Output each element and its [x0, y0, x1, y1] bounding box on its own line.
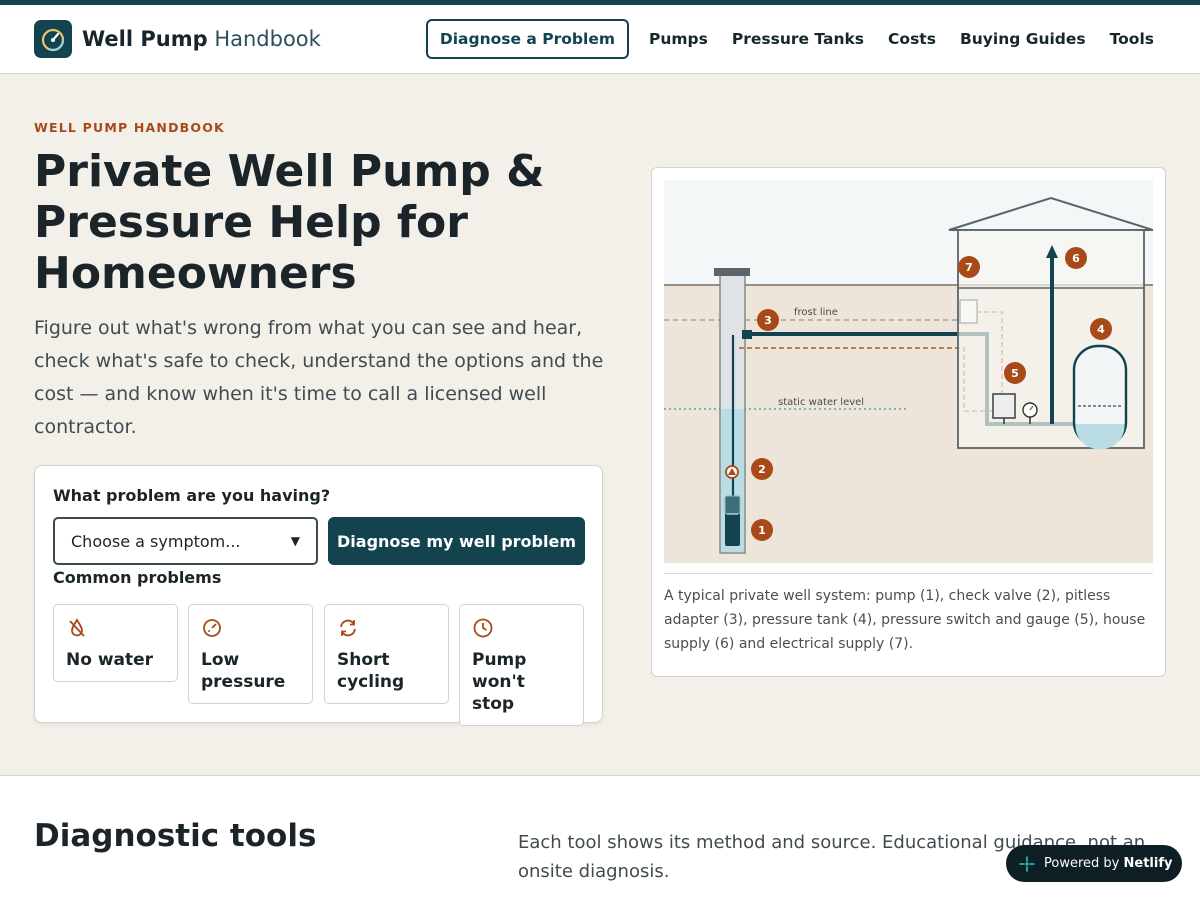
problem-tile-short-cycling[interactable]: Short cycling — [324, 604, 449, 704]
problem-tile-label: Short cycling — [337, 650, 405, 692]
clock-icon — [473, 618, 493, 638]
figure-caption: A typical private well system: pump (1),… — [664, 588, 1146, 652]
static-water-level-label: static water level — [778, 397, 864, 408]
diagnose-problem-button[interactable]: Diagnose a Problem — [425, 19, 629, 59]
problem-question: What problem are you having? — [53, 486, 331, 505]
brand-name: Well Pump Handbook — [82, 27, 321, 51]
brand-link[interactable]: Well Pump Handbook — [34, 20, 321, 58]
problem-tile-label: No water — [66, 650, 154, 670]
nav-link-costs[interactable]: Costs — [876, 30, 948, 48]
gauge-logo-icon — [34, 20, 72, 58]
problem-tile-label: Low pressure — [201, 650, 286, 692]
nav-link-pressure-tanks[interactable]: Pressure Tanks — [720, 30, 876, 48]
chevron-down-icon: ▼ — [290, 534, 300, 548]
frost-line-label: frost line — [794, 307, 838, 318]
diagnose-card: What problem are you having? Choose a sy… — [34, 465, 603, 726]
symptom-select-value: Choose a symptom... — [71, 531, 241, 551]
nav-link-tools[interactable]: Tools — [1098, 30, 1166, 48]
problem-tile-low-pressure[interactable]: Low pressure — [188, 604, 313, 704]
symptom-select[interactable]: Choose a symptom... ▼ — [53, 517, 318, 565]
brand-name-bold: Well Pump — [82, 27, 208, 51]
marker-7: 7 — [965, 261, 973, 274]
marker-2: 2 — [758, 463, 766, 476]
hero-eyebrow: WELL PUMP HANDBOOK — [34, 120, 225, 135]
figure-divider — [664, 573, 1153, 574]
diagnose-submit-button[interactable]: Diagnose my well problem — [328, 517, 585, 565]
common-problems-label: Common problems — [53, 568, 222, 587]
problem-tile-label: Pump won't stop — [472, 650, 527, 714]
diagnostic-tools-heading: Diagnostic tools — [34, 818, 317, 854]
marker-3: 3 — [764, 314, 772, 327]
netlify-badge-text: Powered by Netlify — [1044, 856, 1172, 871]
netlify-badge-prefix: Powered by — [1044, 856, 1120, 871]
marker-1: 1 — [758, 524, 766, 537]
marker-4: 4 — [1097, 323, 1105, 336]
brand-name-light: Handbook — [214, 27, 321, 51]
marker-5: 5 — [1011, 367, 1019, 380]
main-nav: Diagnose a Problem Pumps Pressure Tanks … — [425, 19, 1166, 59]
page-title: Private Well Pump & Pressure Help for Ho… — [34, 146, 545, 299]
netlify-badge-brand: Netlify — [1123, 856, 1173, 871]
gauge-icon — [203, 619, 221, 637]
well-system-diagram: frost line static water level 1 2 3 4 5 … — [664, 180, 1153, 563]
nav-link-buying-guides[interactable]: Buying Guides — [948, 30, 1098, 48]
marker-6: 6 — [1072, 252, 1080, 265]
netlify-badge[interactable]: Powered by Netlify — [1006, 845, 1182, 882]
netlify-logo-icon — [1019, 855, 1035, 872]
site-header: Well Pump Handbook Diagnose a Problem Pu… — [0, 5, 1200, 74]
no-water-icon — [69, 618, 85, 637]
well-system-figure: frost line static water level 1 2 3 4 5 … — [651, 167, 1166, 677]
problem-tile-no-water[interactable]: No water — [53, 604, 178, 682]
nav-link-pumps[interactable]: Pumps — [637, 30, 720, 48]
problem-tile-pump-wont-stop[interactable]: Pump won't stop — [459, 604, 584, 726]
hero-section: WELL PUMP HANDBOOK Private Well Pump & P… — [0, 74, 1200, 776]
cycle-icon — [340, 619, 356, 637]
hero-lead: Figure out what's wrong from what you ca… — [34, 317, 604, 438]
